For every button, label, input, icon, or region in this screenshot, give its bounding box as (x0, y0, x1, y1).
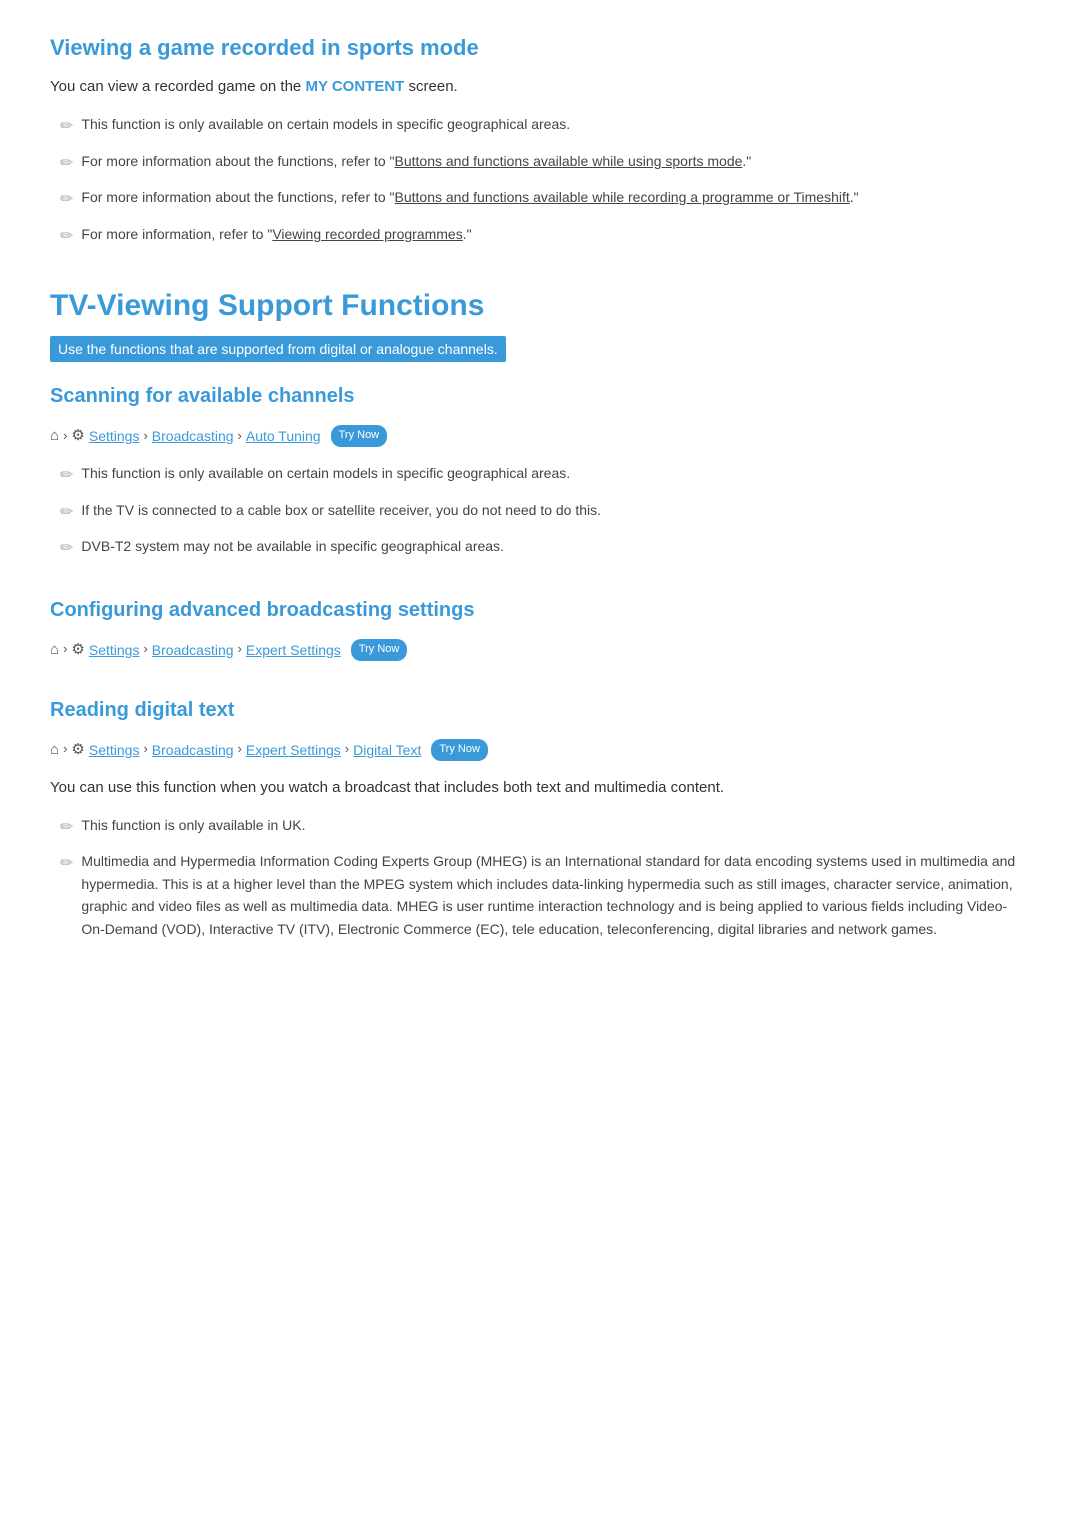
chevron-icon: › (238, 639, 242, 660)
configuring-title: Configuring advanced broadcasting settin… (50, 594, 1030, 626)
pencil-icon: ✏ (60, 114, 73, 140)
pencil-icon: ✏ (60, 851, 73, 877)
configuring-breadcrumb: ⌂ › ⚙ Settings › Broadcasting › Expert S… (50, 638, 1030, 662)
bc-settings[interactable]: Settings (89, 425, 140, 447)
chevron-icon: › (238, 426, 242, 447)
note-item: ✏ This function is only available on cer… (60, 113, 1030, 140)
bc-settings[interactable]: Settings (89, 739, 140, 761)
sports-mode-link[interactable]: Buttons and functions available while us… (395, 153, 743, 169)
chevron-icon: › (63, 739, 67, 760)
chevron-icon: › (143, 639, 147, 660)
section2-title: TV-Viewing Support Functions (50, 282, 1030, 330)
section-viewing-game: Viewing a game recorded in sports mode Y… (50, 30, 1030, 250)
bc-expert-settings[interactable]: Expert Settings (246, 739, 341, 761)
try-now-badge[interactable]: Try Now (351, 639, 408, 661)
viewing-recorded-link[interactable]: Viewing recorded programmes (272, 226, 462, 242)
bc-expert-settings[interactable]: Expert Settings (246, 639, 341, 661)
try-now-badge[interactable]: Try Now (431, 739, 488, 761)
reading-intro: You can use this function when you watch… (50, 776, 1030, 800)
pencil-icon: ✏ (60, 815, 73, 841)
subsection-reading: Reading digital text ⌂ › ⚙ Settings › Br… (50, 694, 1030, 940)
pencil-icon: ✏ (60, 536, 73, 562)
bc-auto-tuning[interactable]: Auto Tuning (246, 425, 321, 447)
settings-icon: ⚙ (71, 424, 84, 448)
section-tv-viewing: TV-Viewing Support Functions Use the fun… (50, 282, 1030, 940)
note-item: ✏ This function is only available in UK. (60, 814, 1030, 841)
subsection-configuring: Configuring advanced broadcasting settin… (50, 594, 1030, 662)
settings-icon: ⚙ (71, 638, 84, 662)
section2-subtitle: Use the functions that are supported fro… (50, 336, 506, 362)
reading-breadcrumb: ⌂ › ⚙ Settings › Broadcasting › Expert S… (50, 738, 1030, 762)
settings-icon: ⚙ (71, 738, 84, 762)
scanning-notes: ✏ This function is only available on cer… (60, 462, 1030, 562)
chevron-icon: › (238, 739, 242, 760)
reading-title: Reading digital text (50, 694, 1030, 726)
note-item: ✏ This function is only available on cer… (60, 462, 1030, 489)
try-now-badge[interactable]: Try Now (331, 425, 388, 447)
note-item: ✏ DVB-T2 system may not be available in … (60, 535, 1030, 562)
section1-intro: You can view a recorded game on the MY C… (50, 75, 1030, 99)
bc-broadcasting[interactable]: Broadcasting (152, 739, 234, 761)
chevron-icon: › (345, 739, 349, 760)
bc-settings[interactable]: Settings (89, 639, 140, 661)
note-item: ✏ Multimedia and Hypermedia Information … (60, 850, 1030, 940)
pencil-icon: ✏ (60, 151, 73, 177)
recording-link[interactable]: Buttons and functions available while re… (395, 189, 850, 205)
section1-title: Viewing a game recorded in sports mode (50, 30, 1030, 65)
bc-broadcasting[interactable]: Broadcasting (152, 425, 234, 447)
note-item: ✏ For more information, refer to "Viewin… (60, 223, 1030, 250)
section1-notes: ✏ This function is only available on cer… (60, 113, 1030, 249)
scanning-title: Scanning for available channels (50, 380, 1030, 412)
bc-digital-text[interactable]: Digital Text (353, 739, 421, 761)
home-icon: ⌂ (50, 424, 59, 448)
note-item: ✏ If the TV is connected to a cable box … (60, 499, 1030, 526)
pencil-icon: ✏ (60, 463, 73, 489)
scanning-breadcrumb: ⌂ › ⚙ Settings › Broadcasting › Auto Tun… (50, 424, 1030, 448)
home-icon: ⌂ (50, 638, 59, 662)
pencil-icon: ✏ (60, 187, 73, 213)
pencil-icon: ✏ (60, 500, 73, 526)
chevron-icon: › (143, 426, 147, 447)
chevron-icon: › (143, 739, 147, 760)
pencil-icon: ✏ (60, 224, 73, 250)
home-icon: ⌂ (50, 738, 59, 762)
reading-notes: ✏ This function is only available in UK.… (60, 814, 1030, 940)
chevron-icon: › (63, 426, 67, 447)
chevron-icon: › (63, 639, 67, 660)
note-item: ✏ For more information about the functio… (60, 150, 1030, 177)
bc-broadcasting[interactable]: Broadcasting (152, 639, 234, 661)
note-item: ✏ For more information about the functio… (60, 186, 1030, 213)
subsection-scanning: Scanning for available channels ⌂ › ⚙ Se… (50, 380, 1030, 562)
my-content-link[interactable]: MY CONTENT (305, 78, 404, 95)
